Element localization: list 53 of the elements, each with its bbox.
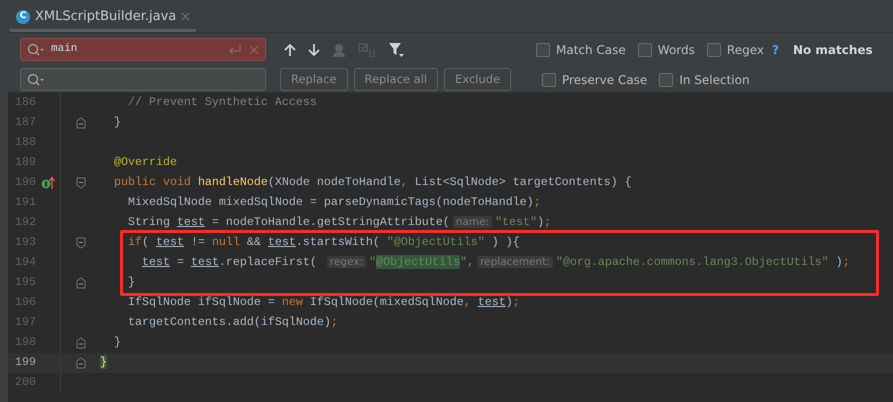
status-text: No matches [792,42,873,58]
line-number: 193 [14,234,36,252]
code-line: MixedSqlNode mixedSqlNode = parseDynamicTags(nodeToHandle); [128,194,541,212]
find-button[interactable]: Replace all [354,68,438,91]
find-button[interactable]: Exclude [444,68,512,91]
line-number: 192 [14,214,36,232]
up-arrow-icon[interactable] [284,42,296,56]
line-number: 189 [14,154,36,172]
code-line: targetContents.add(ifSqlNode); [128,314,338,332]
line-number: 198 [14,334,36,352]
checkbox[interactable]: Regex [706,40,764,58]
code-line: IfSqlNode ifSqlNode = new IfSqlNode(mixedSqlNode, test); [128,294,520,312]
fold-icon[interactable] [76,357,86,369]
checkbox[interactable]: Words [638,40,695,58]
fold-icon[interactable] [76,277,86,289]
help-link[interactable]: ? [772,40,779,58]
checkbox[interactable]: Match Case [536,40,626,58]
code-line: test = test.replaceFirst( regex: "@ObjectUtils", replacement: "@org.apache.commons.lang3.ObjectUtils" ); [142,254,850,272]
fold-icon[interactable] [76,177,86,189]
line-number: 197 [14,314,36,332]
line-number: 186 [14,94,36,112]
fold-icon[interactable] [76,237,86,249]
filter-icon[interactable] [388,42,404,57]
code-line: if( test != null && test.startsWith( "@ObjectUtils" ) ){ [128,234,520,252]
code-line: } [114,114,121,132]
search-icon[interactable] [27,42,45,56]
line-number: 196 [14,294,36,312]
code-line: } [128,274,135,292]
line-number: 195 [14,274,36,292]
line-number: 199 [14,354,36,372]
code-line: // Prevent Synthetic Access [128,94,317,112]
code-line: } [114,334,121,352]
code-line: String test = nodeToHandle.getStringAttribute( name: "test"); [128,214,552,232]
checkbox[interactable]: In Selection [659,70,750,88]
replace-field[interactable] [20,68,266,91]
line-number: 200 [14,374,36,392]
line-number: 190 [14,174,36,192]
line-number: 191 [14,194,36,212]
line-number: 188 [14,134,36,152]
class-icon: C [16,10,30,24]
checkbox[interactable]: Preserve Case [542,70,648,88]
search-field[interactable]: main [20,38,266,61]
fold-icon[interactable] [76,337,86,349]
fold-icon[interactable] [76,117,86,129]
find-button[interactable]: Replace [280,68,348,91]
down-arrow-icon[interactable] [308,42,320,56]
text-input[interactable]: main [51,41,221,58]
search-icon[interactable] [27,72,45,86]
line-number: 194 [14,254,36,272]
code-line: public void handleNode(XNode nodeToHandle, List<SqlNode> targetContents) { [114,174,632,192]
line-number: 187 [14,114,36,132]
code-line: @Override [114,154,177,172]
override-icon[interactable] [41,176,55,190]
